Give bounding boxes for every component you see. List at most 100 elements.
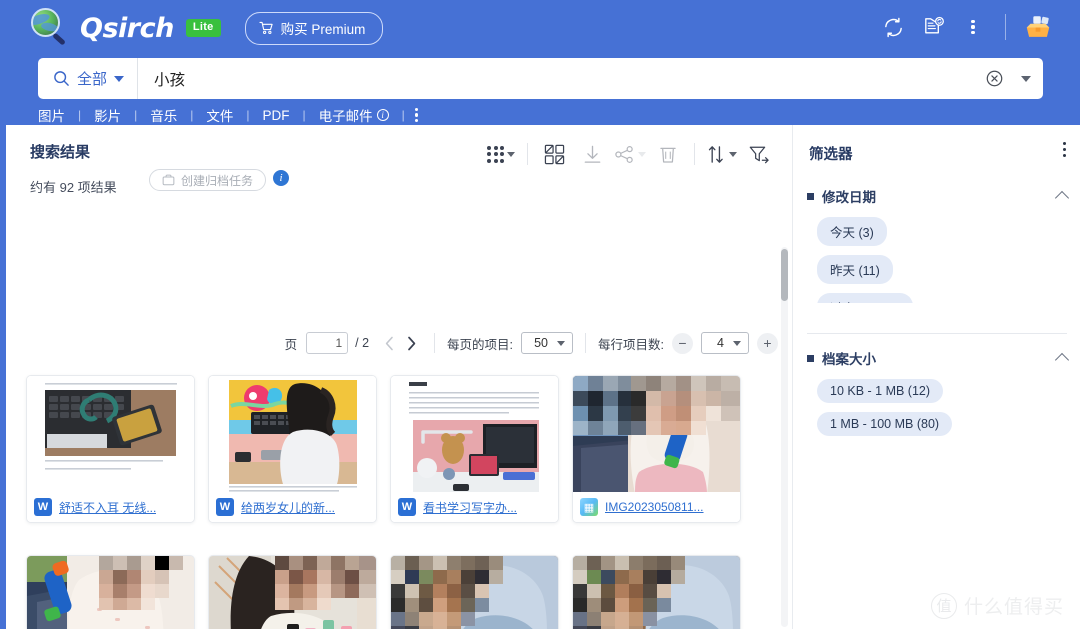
chevron-up-icon[interactable] xyxy=(1054,190,1070,206)
brand-name: Qsirch xyxy=(80,12,174,44)
result-card[interactable]: ▦ IMG2023042908... xyxy=(572,555,741,629)
next-page-button[interactable] xyxy=(400,331,422,355)
results-scrollbar-thumb[interactable] xyxy=(781,249,788,301)
clear-search-button[interactable] xyxy=(979,69,1009,88)
result-filename[interactable]: 看书学习写字办... xyxy=(423,499,517,516)
result-label: W 看书学习写字办... xyxy=(391,492,558,522)
app-header: Qsirch Lite 购买 Premium 全部 小孩 图片 | 影片 | 音… xyxy=(0,0,1080,125)
display-options-button[interactable] xyxy=(482,137,520,171)
tab-label: 图片 xyxy=(38,109,65,124)
results-panel: 搜索结果 约有 92 项结果 创建归档任务 i 页 1 / 2 每页的项目: 5… xyxy=(6,125,792,629)
filter-group-header[interactable]: 档案大小 xyxy=(793,347,1080,369)
header-divider xyxy=(1005,14,1006,40)
items-per-row-select[interactable]: 4 xyxy=(701,332,749,354)
tab-pdf[interactable]: PDF xyxy=(250,108,303,123)
tab-images[interactable]: 图片 xyxy=(38,105,78,125)
result-card[interactable]: W 看书学习写字办... xyxy=(390,375,559,523)
pagination-row: 页 / 2 每页的项目: 50 每行项目数: − xyxy=(285,331,778,355)
increase-items-per-row-button[interactable]: + xyxy=(757,332,778,354)
items-per-row-label: 每行项目数: xyxy=(598,337,664,352)
result-thumbnail xyxy=(209,556,376,629)
save-filter-button[interactable] xyxy=(740,137,778,171)
filter-chip[interactable]: 过去7天 (28) xyxy=(817,293,914,303)
download-button[interactable] xyxy=(573,137,611,171)
results-scrollbar-track[interactable] xyxy=(781,247,788,627)
create-archive-task-button[interactable]: 创建归档任务 xyxy=(149,169,267,191)
category-tabs: 图片 | 影片 | 音乐 | 文件 | PDF | 电子邮件 i | xyxy=(38,104,428,126)
result-card[interactable]: ▦ IMG2023050611... xyxy=(208,555,377,629)
chevron-down-icon xyxy=(1021,75,1031,82)
decrease-items-per-row-button[interactable]: − xyxy=(672,332,693,354)
result-thumbnail xyxy=(209,376,376,494)
results-info-icon[interactable]: i xyxy=(273,170,289,186)
sort-button[interactable] xyxy=(702,137,740,171)
result-card[interactable]: ▦ IMG2023050811... xyxy=(26,555,195,629)
chevron-right-icon xyxy=(407,336,415,350)
total-pages-label: / 2 xyxy=(355,336,370,350)
image-file-icon: ▦ xyxy=(580,498,598,516)
result-filename[interactable]: IMG2023050811... xyxy=(605,500,704,514)
trash-icon xyxy=(660,147,676,163)
filter-export-icon xyxy=(749,146,769,163)
chevron-down-icon xyxy=(557,340,566,346)
items-per-page-label: 每页的项目: xyxy=(447,337,514,352)
filters-title: 筛选器 xyxy=(809,147,853,163)
pagination-divider xyxy=(585,333,587,353)
buy-premium-label: 购买 Premium xyxy=(280,21,366,37)
cart-icon xyxy=(259,21,274,35)
items-per-page-value: 50 xyxy=(534,336,549,350)
tab-documents[interactable]: 文件 xyxy=(193,105,246,125)
tab-more-options-icon[interactable] xyxy=(405,107,428,123)
chevron-down-icon xyxy=(507,151,515,157)
filter-chip[interactable]: 昨天 (11) xyxy=(817,255,893,284)
items-per-page-select[interactable]: 50 xyxy=(521,332,574,354)
tab-music[interactable]: 音乐 xyxy=(137,105,190,125)
info-icon[interactable]: i xyxy=(376,109,389,121)
bullet-square-icon xyxy=(807,354,814,362)
sync-icon[interactable] xyxy=(873,9,913,45)
tab-label: PDF xyxy=(262,107,290,123)
watermark: 值 什么值得买 xyxy=(930,592,1064,619)
result-card[interactable]: W 给两岁女儿的新... xyxy=(208,375,377,523)
watermark-text: 什么值得买 xyxy=(963,597,1064,618)
page-number-input[interactable] xyxy=(306,332,349,354)
buy-premium-button[interactable]: 购买 Premium xyxy=(244,11,384,45)
result-card[interactable]: ▦ IMG2023042908... xyxy=(390,555,559,629)
result-label: W 舒适不入耳 无线... xyxy=(27,492,194,522)
filter-chip[interactable]: 10 KB - 1 MB (12) xyxy=(817,379,944,403)
result-label: W 给两岁女儿的新... xyxy=(209,492,376,522)
index-status-icon[interactable] xyxy=(913,9,953,45)
more-options-icon[interactable] xyxy=(953,9,993,45)
chevron-up-icon[interactable] xyxy=(1054,352,1070,368)
result-thumbnail xyxy=(573,376,740,494)
chevron-down-icon xyxy=(638,151,646,157)
result-filename[interactable]: 给两岁女儿的新... xyxy=(241,499,335,516)
delete-button[interactable] xyxy=(649,137,687,171)
result-card[interactable]: ▦ IMG2023050811... xyxy=(572,375,741,523)
select-all-button[interactable] xyxy=(535,137,573,171)
filter-group-label: 修改日期 xyxy=(822,190,876,205)
result-filename[interactable]: 舒适不入耳 无线... xyxy=(59,499,156,516)
search-bar: 全部 xyxy=(38,58,1043,99)
tab-email[interactable]: 电子邮件 i xyxy=(306,105,402,125)
tab-label: 文件 xyxy=(206,109,234,124)
results-count: 约有 92 项结果 xyxy=(30,180,117,195)
pagination-divider xyxy=(434,333,436,353)
app-center-icon[interactable] xyxy=(1018,9,1058,45)
tab-videos[interactable]: 影片 xyxy=(81,105,134,125)
result-thumbnail xyxy=(391,376,558,494)
search-scope-label: 全部 xyxy=(77,71,108,88)
result-label: ▦ IMG2023050811... xyxy=(573,492,740,522)
search-history-dropdown[interactable] xyxy=(1009,75,1043,82)
share-button[interactable] xyxy=(611,137,649,171)
filters-more-options-icon[interactable] xyxy=(1062,142,1066,158)
filter-chip[interactable]: 1 MB - 100 MB (80) xyxy=(817,412,953,436)
search-scope-dropdown[interactable]: 全部 xyxy=(38,58,139,99)
filter-chip[interactable]: 今天 (3) xyxy=(817,217,887,246)
result-card[interactable]: W 舒适不入耳 无线... xyxy=(26,375,195,523)
toolbar-divider xyxy=(694,143,695,165)
search-input[interactable] xyxy=(138,69,979,88)
prev-page-button[interactable] xyxy=(378,331,400,355)
toolbar-divider xyxy=(527,143,528,165)
filter-group-header[interactable]: 修改日期 xyxy=(793,185,1080,207)
